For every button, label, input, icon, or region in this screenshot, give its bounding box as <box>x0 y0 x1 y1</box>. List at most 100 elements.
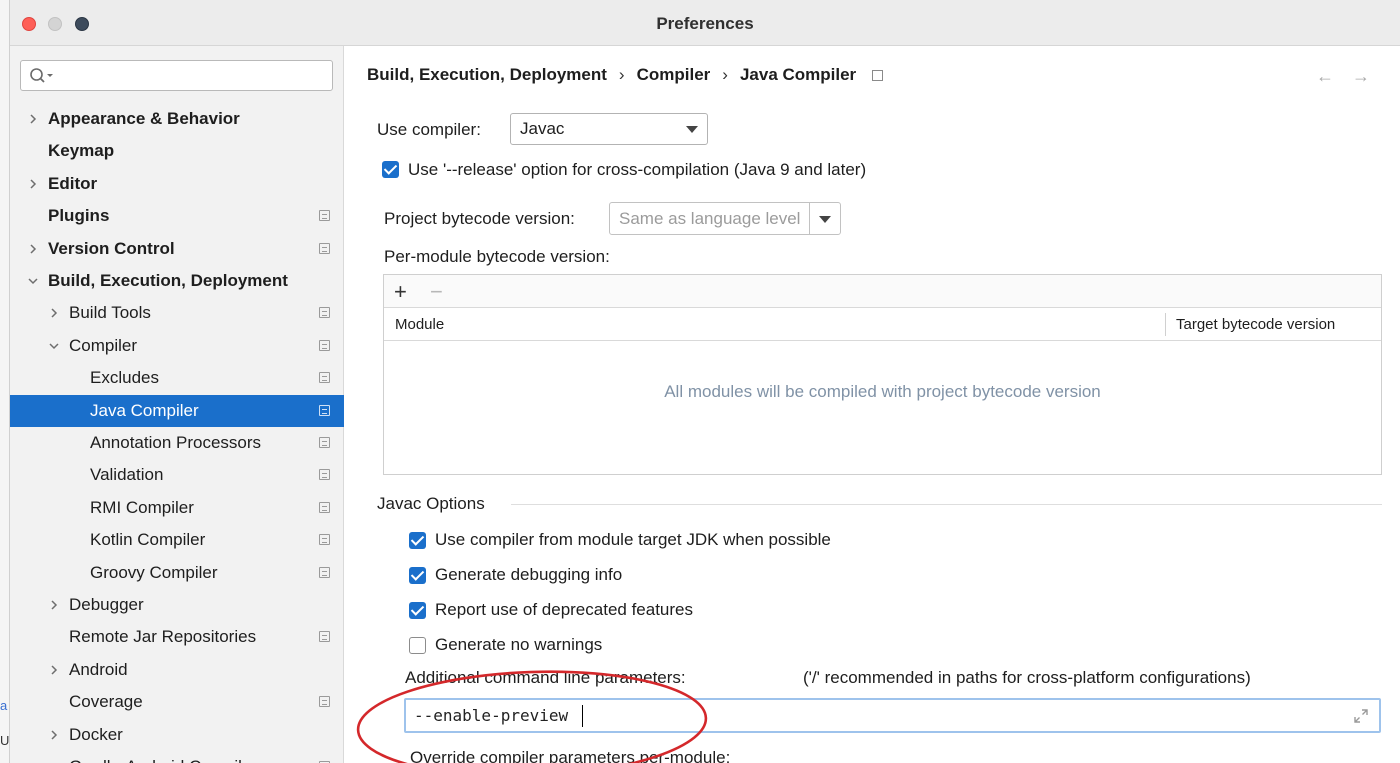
breadcrumb-item[interactable]: Compiler <box>637 65 711 85</box>
sidebar-item-label: Groovy Compiler <box>90 562 218 582</box>
settings-search-input[interactable] <box>20 60 333 91</box>
additional-params-hint: ('/' recommended in paths for cross-plat… <box>803 668 1251 687</box>
sidebar-item-label: Coverage <box>69 692 143 712</box>
javac-option-label: Report use of deprecated features <box>435 600 693 619</box>
sidebar-item[interactable]: Coverage <box>10 686 344 718</box>
text-caret <box>582 705 583 727</box>
history-navigation: ← → <box>1316 66 1370 87</box>
breadcrumb-separator: › <box>722 65 728 84</box>
javac-option-label: Use compiler from module target JDK when… <box>435 530 831 549</box>
sidebar-item-label: Plugins <box>48 206 110 226</box>
bytecode-version-input[interactable]: Same as language level <box>619 209 805 229</box>
project-settings-icon <box>319 631 330 643</box>
window-title: Preferences <box>656 14 754 33</box>
additional-params-label: Additional command line parameters: <box>405 668 686 687</box>
sidebar-item[interactable]: Kotlin Compiler <box>10 524 344 556</box>
sidebar-item-label: Remote Jar Repositories <box>69 627 257 647</box>
sidebar-item[interactable]: Docker <box>10 719 344 751</box>
settings-sidebar: Appearance & Behavior Keymap Editor Plugins… <box>10 46 344 763</box>
sidebar-item-label: Debugger <box>69 595 144 614</box>
project-settings-icon <box>319 566 330 578</box>
sidebar-item-label: Build, Execution, Deployment <box>48 271 288 290</box>
dropdown-arrow-icon <box>686 126 698 133</box>
sidebar-item-label: Gradle-Android Compiler <box>69 751 257 763</box>
sidebar-item[interactable]: Build Tools <box>10 297 344 329</box>
sidebar-item[interactable]: Remote Jar Repositories <box>10 621 344 653</box>
group-divider <box>511 504 1382 505</box>
sidebar-item[interactable]: Appearance & Behavior <box>10 103 344 135</box>
chevron-right-icon[interactable] <box>47 589 61 621</box>
use-compiler-dropdown[interactable]: Javac <box>510 113 708 145</box>
sidebar-item[interactable]: Plugins <box>10 200 344 232</box>
back-arrow-icon[interactable]: ← <box>1316 66 1334 87</box>
background-text-fragment: U <box>0 733 10 748</box>
sidebar-item[interactable]: RMI Compiler <box>10 492 344 524</box>
column-header-module[interactable]: Module <box>395 316 444 333</box>
javac-option-checkbox[interactable] <box>409 567 426 584</box>
project-settings-icon <box>319 437 330 448</box>
column-divider[interactable] <box>1165 313 1166 336</box>
preferences-window: Preferences Appearance & Behavior Keymap E… <box>10 0 1400 763</box>
sidebar-item-label: Docker <box>69 724 123 744</box>
background-text-fragment: a <box>0 698 8 713</box>
release-option-checkbox[interactable] <box>382 161 399 178</box>
chevron-right-icon[interactable] <box>26 233 40 265</box>
sidebar-item[interactable]: Android <box>10 654 344 686</box>
column-header-target-bytecode[interactable]: Target bytecode version <box>1176 316 1335 333</box>
bytecode-version-combobox[interactable]: Same as language level <box>609 202 841 235</box>
chevron-right-icon[interactable] <box>47 719 61 751</box>
sidebar-item-label: Validation <box>90 465 164 485</box>
chevron-down-icon[interactable] <box>47 330 61 362</box>
sidebar-item-label: Excludes <box>90 368 159 388</box>
javac-option-checkbox[interactable] <box>409 532 426 549</box>
per-module-bytecode-label: Per-module bytecode version: <box>384 247 610 266</box>
chevron-right-icon[interactable] <box>26 168 40 200</box>
use-compiler-label: Use compiler: <box>377 120 481 139</box>
javac-option-label: Generate no warnings <box>435 635 603 654</box>
sidebar-item-label: Java Compiler <box>90 400 199 420</box>
chevron-right-icon[interactable] <box>47 297 61 329</box>
sidebar-item-label: Android <box>69 659 128 679</box>
sidebar-item-label: Compiler <box>69 335 138 355</box>
sidebar-item-label: RMI Compiler <box>90 497 194 517</box>
table-toolbar: + − <box>384 275 1381 308</box>
sidebar-item[interactable]: Debugger <box>10 589 344 621</box>
sidebar-item[interactable]: Build, Execution, Deployment <box>10 265 344 297</box>
project-settings-icon <box>319 469 330 481</box>
project-settings-icon <box>319 307 330 319</box>
sidebar-item[interactable]: Annotation Processors <box>10 427 344 459</box>
sidebar-item[interactable]: Compiler <box>10 330 344 362</box>
additional-params-input[interactable]: --enable-preview <box>404 698 1381 733</box>
dropdown-arrow-icon[interactable] <box>819 216 831 223</box>
sidebar-item[interactable]: Version Control <box>10 233 344 265</box>
sidebar-item-label: Version Control <box>48 238 175 258</box>
sidebar-item[interactable]: Groovy Compiler <box>10 557 344 589</box>
project-settings-icon <box>319 339 330 351</box>
title-bar: Preferences <box>10 0 1400 46</box>
breadcrumb-separator: › <box>618 65 625 84</box>
chevron-down-icon[interactable] <box>26 265 40 297</box>
sidebar-item-label: Build Tools <box>69 303 151 323</box>
javac-option-checkbox[interactable] <box>409 637 426 654</box>
sidebar-item[interactable]: Validation <box>10 459 344 491</box>
add-icon[interactable]: + <box>394 279 407 305</box>
chevron-right-icon[interactable] <box>47 654 61 686</box>
table-header: Module Target bytecode version <box>384 308 1381 341</box>
project-settings-icon <box>319 404 330 416</box>
remove-icon[interactable]: − <box>430 279 443 305</box>
javac-options-title: Javac Options <box>377 494 485 513</box>
sidebar-item[interactable]: Keymap <box>10 135 344 167</box>
chevron-right-icon[interactable] <box>26 103 40 135</box>
breadcrumb: Build, Execution, Deployment › Compiler … <box>367 65 884 85</box>
sidebar-item-label: Appearance & Behavior <box>48 109 240 128</box>
sidebar-item[interactable]: Editor <box>10 168 344 200</box>
breadcrumb-item[interactable]: Build, Execution, Deployment <box>367 65 607 85</box>
forward-arrow-icon[interactable]: → <box>1352 66 1370 87</box>
sidebar-item[interactable]: Java Compiler <box>10 394 344 427</box>
javac-option-checkbox[interactable] <box>409 602 426 619</box>
sidebar-item[interactable]: Excludes <box>10 362 344 394</box>
sidebar-item[interactable]: Gradle-Android Compiler <box>10 751 344 763</box>
project-settings-icon <box>319 242 330 254</box>
use-compiler-value: Javac <box>520 119 565 138</box>
expand-icon[interactable] <box>1353 708 1369 729</box>
